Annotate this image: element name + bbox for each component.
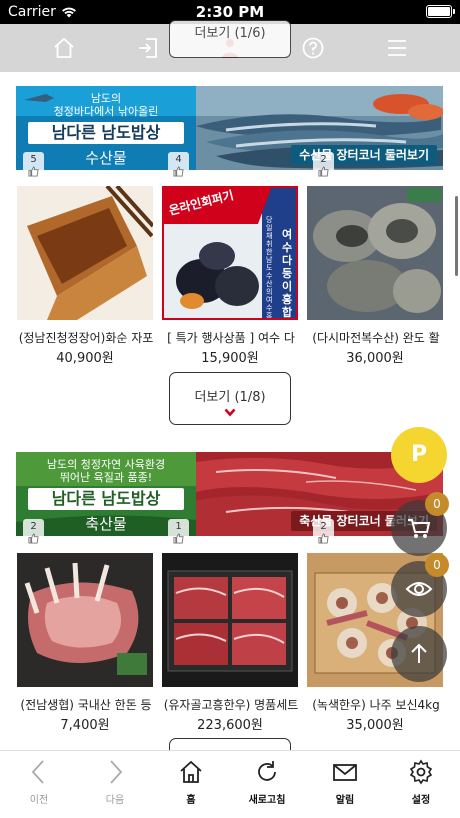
- viewed-count-badge: 0: [425, 553, 449, 577]
- product-price: 223,600원: [197, 718, 263, 733]
- product-name[interactable]: (유자골고흥한우) 명품세트: [160, 696, 302, 713]
- tab-settings[interactable]: 설정: [383, 759, 459, 806]
- battery-icon: [426, 5, 455, 18]
- likes-badge[interactable]: 5: [23, 152, 44, 180]
- seafood-banner[interactable]: 수산물 장터코너 둘러보기 남도의 청정바다에서 낚아올린 남다른 남도밥상 수…: [16, 86, 443, 170]
- chevron-right-icon: [110, 760, 123, 784]
- tab-notifications-label: 알림: [335, 795, 355, 806]
- seafood-banner-title: 남다른 남도밥상: [28, 122, 184, 144]
- point-button[interactable]: P: [391, 427, 447, 483]
- tab-back-label: 이전: [29, 795, 49, 806]
- top-more-button[interactable]: 더보기 (1/6): [169, 20, 291, 58]
- tab-refresh-label: 새로고침: [248, 795, 286, 806]
- likes-badge[interactable]: 1: [168, 519, 189, 547]
- point-label: P: [410, 442, 428, 467]
- likes-badge[interactable]: 4: [168, 152, 189, 180]
- scroll-top-button[interactable]: [391, 626, 447, 682]
- top-toolbar: 더보기 (1/6): [0, 20, 460, 72]
- top-more-label: 더보기 (1/6): [194, 26, 266, 41]
- likes-count: 2: [30, 521, 37, 532]
- product-image: [17, 553, 153, 687]
- tab-settings-label: 설정: [411, 795, 431, 806]
- thumbs-up-icon: [318, 533, 329, 544]
- menu-icon[interactable]: [385, 36, 409, 60]
- likes-badge[interactable]: 2: [313, 519, 334, 547]
- login-icon[interactable]: [136, 36, 160, 60]
- home-icon: [180, 760, 202, 783]
- cart-icon: [408, 519, 431, 538]
- tab-home[interactable]: 홈: [153, 759, 229, 806]
- arrow-up-icon: [411, 643, 427, 663]
- chevron-left-icon: [31, 760, 44, 784]
- product-price: 35,000원: [346, 718, 404, 733]
- product-price: 15,900원: [201, 351, 259, 366]
- tab-notifications[interactable]: 알림: [307, 759, 383, 806]
- bottom-tab-bar: 이전 다음 홈 새로고침 알림 설정: [0, 750, 460, 818]
- thumbs-up-icon: [173, 166, 184, 177]
- product-name[interactable]: [ 특가 행사상품 ] 여수 다: [160, 329, 302, 346]
- product-price: 36,000원: [346, 351, 404, 366]
- cart-count-badge: 0: [425, 492, 449, 516]
- chevron-down-icon: [224, 408, 236, 417]
- product-price: 7,400원: [60, 718, 110, 733]
- gear-icon: [409, 759, 433, 785]
- seafood-banner-line2: 청정바다에서 낚아올린: [53, 105, 159, 118]
- seafood-more-button[interactable]: 더보기 (1/8): [169, 372, 291, 425]
- meat-banner-title: 남다른 남도밥상: [28, 488, 184, 510]
- scrollbar[interactable]: [455, 196, 458, 276]
- likes-count: 2: [320, 521, 327, 532]
- product-name[interactable]: (녹색한우) 나주 보신4kg: [305, 696, 447, 713]
- seafood-more-label: 더보기 (1/8): [194, 390, 266, 405]
- product-image: [17, 186, 153, 320]
- product-sticker-side2: 당일채취한 남도수산의 여수홍합: [266, 216, 273, 320]
- refresh-icon: [258, 761, 276, 781]
- tab-forward[interactable]: 다음: [77, 759, 153, 806]
- product-image: [162, 553, 298, 687]
- tab-home-label: 홈: [186, 795, 196, 806]
- meat-banner[interactable]: 축산물 장터코너 둘러보기 남도의 청정자연 사육환경 뛰어난 육질과 품종! …: [16, 452, 443, 536]
- product-name[interactable]: (정남진청정장어)화순 자포: [15, 329, 157, 346]
- thumbs-up-icon: [173, 533, 184, 544]
- eye-icon: [405, 582, 433, 596]
- product-image: [307, 186, 443, 320]
- likes-badge[interactable]: 2: [23, 519, 44, 547]
- help-icon[interactable]: [301, 36, 325, 60]
- app-screen: Carrier 2:30 PM 더보기 (1/6) 수산물 장터코너 둘러보기 …: [0, 0, 460, 818]
- meat-banner-line2: 뛰어난 육질과 품종!: [59, 471, 153, 484]
- product-name[interactable]: (전남생협) 국내산 한돈 등: [15, 696, 157, 713]
- cart-button[interactable]: 0: [391, 492, 449, 556]
- likes-count: 2: [320, 154, 327, 165]
- likes-count: 4: [175, 154, 182, 165]
- tab-back[interactable]: 이전: [1, 759, 77, 806]
- thumbs-up-icon: [28, 166, 39, 177]
- home-icon[interactable]: [52, 36, 76, 60]
- likes-count: 5: [30, 154, 37, 165]
- product-name[interactable]: (다시마전복수산) 완도 활: [305, 329, 447, 346]
- recently-viewed-button[interactable]: 0: [391, 553, 449, 617]
- tab-refresh[interactable]: 새로고침: [229, 759, 305, 806]
- clock: 2:30 PM: [195, 3, 265, 21]
- product-sticker-side: 여수 다둥이 홍합: [282, 228, 293, 319]
- product-image: 온라인회퍼기 여수 다둥이 홍합 당일채취한 남도수산의 여수홍합: [162, 186, 298, 320]
- product-price: 40,900원: [56, 351, 114, 366]
- thumbs-up-icon: [318, 166, 329, 177]
- likes-count: 1: [175, 521, 182, 532]
- thumbs-up-icon: [28, 533, 39, 544]
- tab-forward-label: 다음: [105, 795, 125, 806]
- mail-icon: [333, 764, 357, 781]
- likes-badge[interactable]: 2: [313, 152, 334, 180]
